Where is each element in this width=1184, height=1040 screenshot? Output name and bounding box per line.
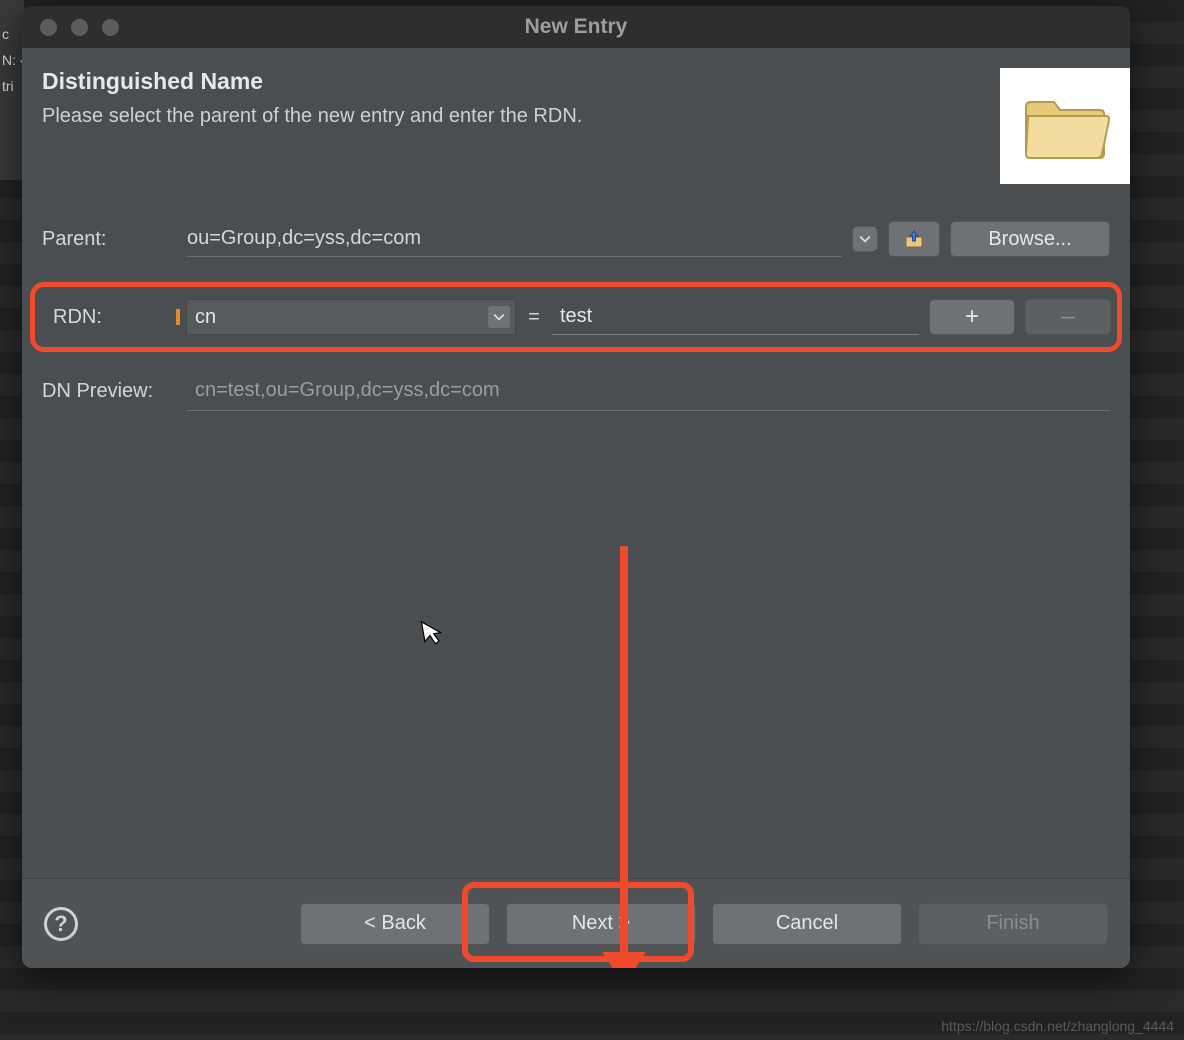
sliver-text: N: ‹ — [0, 52, 24, 68]
dn-preview-label: DN Preview: — [42, 380, 177, 403]
cancel-button[interactable]: Cancel — [712, 903, 902, 945]
parent-input[interactable] — [187, 221, 842, 257]
chevron-down-icon[interactable] — [488, 306, 510, 328]
page-subtitle: Please select the parent of the new entr… — [42, 105, 986, 128]
rdn-attribute-combo[interactable] — [186, 299, 516, 335]
rdn-value-input[interactable] — [552, 299, 919, 335]
field-indicator-icon — [176, 309, 180, 325]
parent-row: Parent: Browse... — [42, 214, 1110, 264]
rdn-row-highlight: RDN: = + – — [30, 282, 1122, 352]
parent-label: Parent: — [42, 228, 177, 251]
watermark: https://blog.csdn.net/zhanglong_4444 — [941, 1018, 1174, 1034]
new-entry-dialog: New Entry Distinguished Name Please sele… — [22, 6, 1130, 968]
back-button[interactable]: < Back — [300, 903, 490, 945]
sliver-text: c — [0, 26, 9, 42]
titlebar: New Entry — [22, 6, 1130, 48]
sliver-text: tri — [0, 78, 14, 94]
next-button[interactable]: Next > — [506, 903, 696, 945]
window-title: New Entry — [22, 15, 1130, 39]
help-icon[interactable]: ? — [44, 907, 78, 941]
equals-separator: = — [526, 306, 542, 329]
parent-history-dropdown[interactable] — [852, 226, 878, 252]
browse-button[interactable]: Browse... — [950, 221, 1110, 257]
page-title: Distinguished Name — [42, 68, 986, 95]
dn-preview-field — [187, 371, 1110, 411]
finish-button: Finish — [918, 903, 1108, 945]
annotation-arrow-icon — [620, 546, 628, 968]
parent-up-button[interactable] — [888, 221, 940, 257]
rdn-label: RDN: — [41, 306, 176, 329]
dialog-header: Distinguished Name Please select the par… — [22, 48, 1130, 204]
add-rdn-button[interactable]: + — [929, 299, 1015, 335]
dn-preview-row: DN Preview: — [42, 366, 1110, 416]
remove-rdn-button[interactable]: – — [1025, 299, 1111, 335]
cursor-icon — [419, 616, 447, 654]
folder-icon — [1000, 68, 1130, 184]
form-area: Parent: Browse... RDN: — [22, 204, 1130, 878]
background-sidebar-sliver: c N: ‹ tri — [0, 0, 24, 180]
dialog-footer: ? < Back Next > Cancel Finish — [22, 878, 1130, 968]
